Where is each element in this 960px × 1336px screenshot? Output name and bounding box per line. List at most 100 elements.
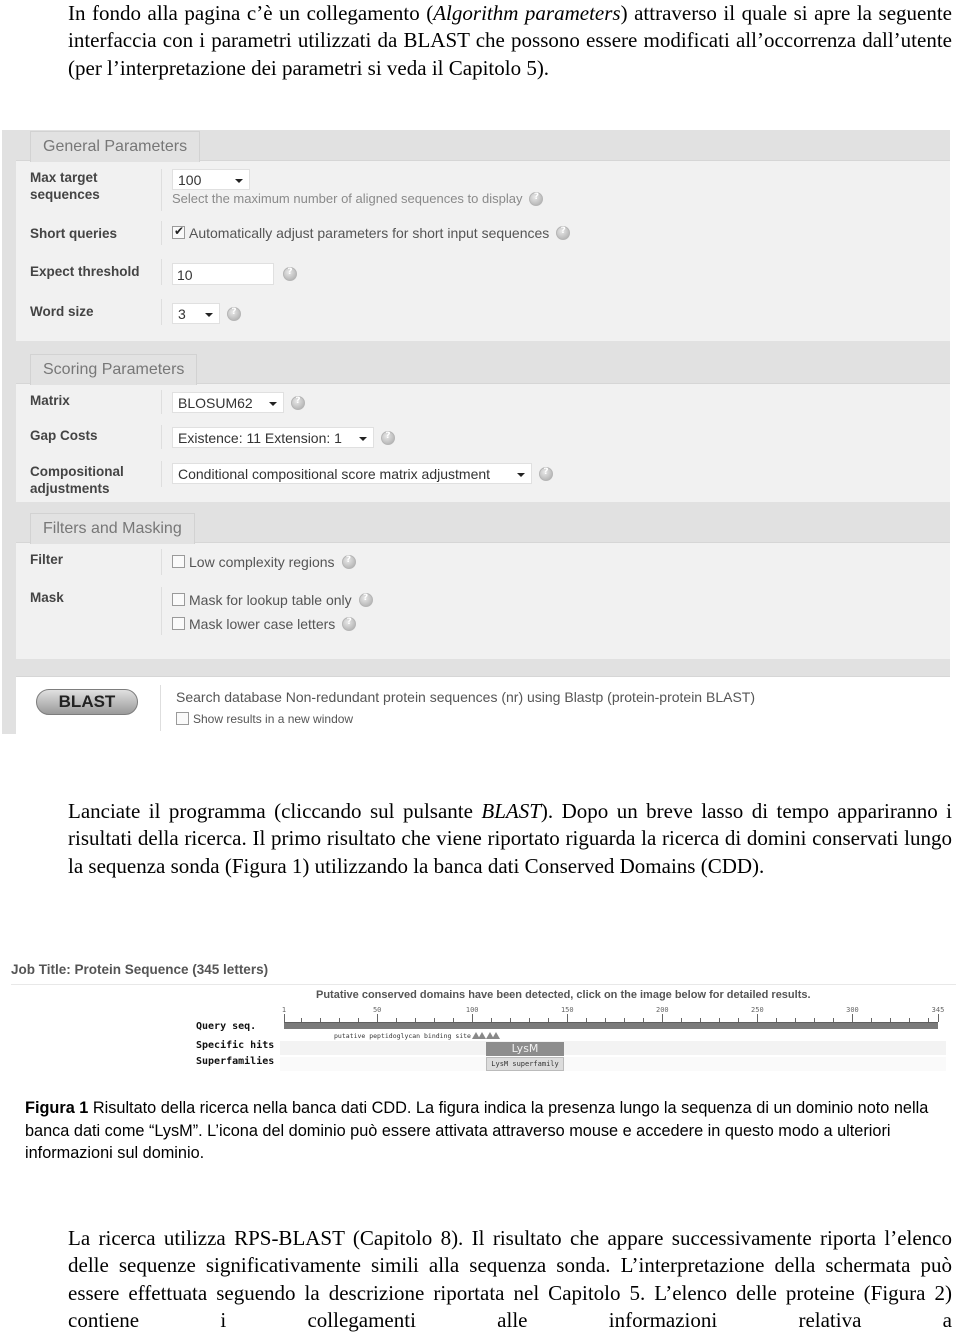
ruler-minor-tick xyxy=(453,1018,455,1022)
ruler-minor-tick xyxy=(833,1018,835,1022)
lysm-superfamily[interactable]: LysM superfamily xyxy=(486,1057,564,1071)
divider xyxy=(160,685,161,731)
compositional-select[interactable]: Conditional compositional score matrix a… xyxy=(172,463,532,484)
ruler-minor-tick xyxy=(681,1018,683,1022)
mask-lookup-checkbox[interactable] xyxy=(172,593,185,607)
short-queries-label: Short queries xyxy=(30,226,118,241)
gap-costs-select[interactable]: Existence: 11 Extension: 1 xyxy=(172,427,374,448)
chevron-down-icon xyxy=(235,179,243,183)
matrix-label: Matrix xyxy=(30,393,70,408)
help-icon[interactable] xyxy=(358,592,373,607)
help-icon[interactable] xyxy=(556,225,571,240)
mask-lowercase-checkbox[interactable] xyxy=(172,617,185,631)
low-complexity-checkbox[interactable] xyxy=(172,555,185,569)
help-icon[interactable] xyxy=(291,395,305,410)
ruler-major-tick xyxy=(852,1014,854,1022)
expect-threshold-input[interactable]: 10 xyxy=(172,263,274,285)
intro-text: In fondo alla pagina c’è un collegamento… xyxy=(68,1,434,25)
help-icon[interactable] xyxy=(381,430,395,445)
job-title: Job Title: Protein Sequence (345 letters… xyxy=(11,962,269,977)
specific-hits-track xyxy=(280,1041,946,1055)
help-icon[interactable] xyxy=(342,616,357,631)
ruler-major-tick xyxy=(284,1014,285,1022)
ruler-major-tick xyxy=(662,1014,664,1022)
ruler-minor-tick xyxy=(434,1018,436,1022)
blast-submit-bar: BLAST Search database Non-redundant prot… xyxy=(16,676,950,735)
chevron-down-icon xyxy=(517,473,525,477)
mask-lookup-text: Mask for lookup table only xyxy=(189,591,352,608)
help-icon[interactable] xyxy=(227,306,241,321)
divider xyxy=(161,587,162,635)
divider xyxy=(161,461,162,487)
ruler-minor-tick xyxy=(814,1018,816,1022)
row-label-specific: Specific hits xyxy=(196,1040,275,1051)
ruler-minor-tick xyxy=(491,1018,493,1022)
general-parameters-panel: General Parameters Max target sequences 1… xyxy=(16,131,950,341)
ruler-tick-label: 250 xyxy=(751,1006,764,1014)
lysm-domain-hit[interactable]: LysM xyxy=(486,1042,564,1056)
max-target-select[interactable]: 100 xyxy=(172,169,250,190)
algorithm-parameters-link[interactable]: Algorithm parameters xyxy=(433,1,620,25)
chevron-down-icon xyxy=(269,402,277,406)
divider xyxy=(161,221,162,245)
general-parameters-title: General Parameters xyxy=(30,131,201,162)
ruler-minor-tick xyxy=(548,1018,550,1022)
query-sequence-bar[interactable] xyxy=(284,1022,938,1029)
divider xyxy=(11,984,956,985)
word-size-label: Word size xyxy=(30,304,94,319)
divider xyxy=(161,549,162,575)
help-icon[interactable] xyxy=(341,554,356,569)
chevron-down-icon xyxy=(359,437,367,441)
cdd-note: Putative conserved domains have been det… xyxy=(316,989,811,1001)
ruler-minor-tick xyxy=(738,1018,740,1022)
ruler-minor-tick xyxy=(624,1018,626,1022)
row-label-query: Query seq. xyxy=(196,1021,257,1032)
ruler-minor-tick xyxy=(700,1018,702,1022)
ruler-tick-label: 300 xyxy=(846,1006,859,1014)
word-size-select[interactable]: 3 xyxy=(172,303,220,324)
help-icon[interactable] xyxy=(283,267,297,281)
ruler-minor-tick xyxy=(719,1018,721,1022)
blast-button[interactable]: BLAST xyxy=(36,689,138,715)
divider xyxy=(161,390,162,414)
middle-paragraph: Lanciate il programma (cliccando sul pul… xyxy=(68,798,952,880)
ruler-minor-tick xyxy=(890,1018,892,1022)
ruler-tick-label: 345 xyxy=(931,1006,945,1014)
expect-threshold-label: Expect threshold xyxy=(30,264,140,279)
filter-label: Filter xyxy=(30,552,64,567)
gap-costs-label: Gap Costs xyxy=(30,428,98,443)
low-complexity-text: Low complexity regions xyxy=(189,553,335,570)
row-label-superfamilies: Superfamilies xyxy=(196,1056,275,1067)
new-window-checkbox[interactable] xyxy=(176,712,189,726)
ruler-minor-tick xyxy=(928,1018,930,1022)
ruler-major-tick xyxy=(938,1014,939,1022)
filters-masking-panel: Filters and Masking Filter Low complexit… xyxy=(16,513,950,659)
figure-caption: Figura 1 Risultato della ricerca nella b… xyxy=(25,1097,955,1165)
new-window-text: Show results in a new window xyxy=(193,711,354,726)
ruler-minor-tick xyxy=(339,1018,341,1022)
mask-label: Mask xyxy=(30,590,64,605)
final-text: La ricerca utilizza RPS-BLAST (Capitolo … xyxy=(68,1226,952,1332)
search-summary: Search database Non-redundant protein se… xyxy=(176,689,755,705)
caption-text: Risultato della ricerca nella banca dati… xyxy=(25,1099,929,1162)
divider xyxy=(161,299,162,325)
site-marker-icon[interactable] xyxy=(492,1032,500,1039)
matrix-select[interactable]: BLOSUM62 xyxy=(172,392,284,413)
final-paragraph: La ricerca utilizza RPS-BLAST (Capitolo … xyxy=(68,1225,952,1334)
ruler-minor-tick xyxy=(605,1018,607,1022)
ruler-tick-label: 100 xyxy=(465,1006,479,1014)
ruler-tick-label: 150 xyxy=(560,1006,574,1014)
ruler-major-tick xyxy=(472,1014,474,1022)
help-icon[interactable] xyxy=(539,466,553,481)
ruler-minor-tick xyxy=(871,1018,873,1022)
site-marker-icon[interactable] xyxy=(478,1032,486,1039)
divider xyxy=(161,169,162,211)
new-window-option: Show results in a new window xyxy=(176,711,353,726)
ruler-minor-tick xyxy=(301,1018,303,1022)
caption-label: Figura 1 xyxy=(25,1099,89,1117)
site-label: putative peptidoglycan binding site xyxy=(334,1032,471,1040)
help-icon[interactable] xyxy=(529,191,544,206)
max-target-hint: Select the maximum number of aligned seq… xyxy=(172,191,523,206)
ruler-tick-label: 200 xyxy=(656,1006,669,1014)
short-queries-checkbox[interactable] xyxy=(172,224,185,240)
